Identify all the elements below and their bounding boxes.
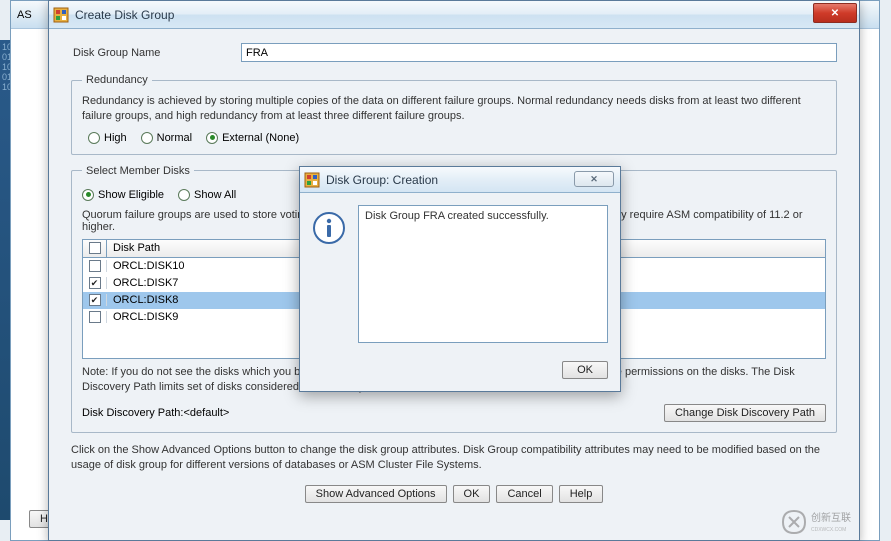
disk-group-name-input[interactable] bbox=[241, 43, 837, 62]
header-checkbox[interactable] bbox=[83, 240, 107, 258]
dialog-titlebar[interactable]: Disk Group: Creation ✕ bbox=[300, 167, 620, 193]
creation-result-dialog: Disk Group: Creation ✕ Disk Group FRA cr… bbox=[299, 166, 621, 392]
outer-title: AS bbox=[17, 9, 32, 21]
close-icon[interactable]: ✕ bbox=[813, 3, 857, 23]
radio-icon bbox=[88, 132, 100, 144]
row-checkbox[interactable] bbox=[83, 260, 107, 272]
member-disks-legend: Select Member Disks bbox=[82, 165, 194, 177]
checkbox-icon bbox=[89, 294, 101, 306]
svg-text:创新互联: 创新互联 bbox=[811, 511, 851, 524]
titlebar[interactable]: Create Disk Group ✕ bbox=[49, 1, 859, 29]
checkbox-icon bbox=[89, 242, 101, 254]
redundancy-fieldset: Redundancy Redundancy is achieved by sto… bbox=[71, 74, 837, 155]
redundancy-normal-radio[interactable]: Normal bbox=[141, 132, 192, 144]
window-title: Create Disk Group bbox=[75, 8, 174, 22]
checkbox-icon bbox=[89, 260, 101, 272]
cancel-button[interactable]: Cancel bbox=[496, 485, 552, 503]
app-icon bbox=[53, 7, 69, 23]
advanced-options-summary: Click on the Show Advanced Options butto… bbox=[71, 443, 837, 473]
show-eligible-radio[interactable]: Show Eligible bbox=[82, 189, 164, 201]
app-icon bbox=[304, 172, 320, 188]
watermark-logo: 创新互联 CDXWCX.COM bbox=[777, 507, 887, 537]
radio-icon bbox=[141, 132, 153, 144]
dialog-ok-button[interactable]: OK bbox=[562, 361, 608, 379]
show-advanced-options-button[interactable]: Show Advanced Options bbox=[305, 485, 447, 503]
help-button[interactable]: Help bbox=[559, 485, 604, 503]
disk-group-name-label: Disk Group Name bbox=[71, 47, 241, 59]
discovery-path-value: <default> bbox=[183, 407, 229, 419]
redundancy-high-radio[interactable]: High bbox=[88, 132, 127, 144]
info-icon bbox=[312, 211, 346, 245]
redundancy-external-radio[interactable]: External (None) bbox=[206, 132, 299, 144]
show-all-radio[interactable]: Show All bbox=[178, 189, 236, 201]
dialog-title: Disk Group: Creation bbox=[326, 173, 438, 187]
radio-icon bbox=[82, 189, 94, 201]
svg-text:CDXWCX.COM: CDXWCX.COM bbox=[811, 527, 846, 533]
redundancy-legend: Redundancy bbox=[82, 74, 152, 86]
discovery-path-label: Disk Discovery Path: bbox=[82, 407, 183, 419]
dialog-close-icon[interactable]: ✕ bbox=[574, 171, 614, 187]
radio-icon bbox=[206, 132, 218, 144]
row-checkbox[interactable] bbox=[83, 311, 107, 323]
row-checkbox[interactable] bbox=[83, 277, 107, 289]
change-discovery-path-button[interactable]: Change Disk Discovery Path bbox=[664, 404, 826, 422]
checkbox-icon bbox=[89, 311, 101, 323]
checkbox-icon bbox=[89, 277, 101, 289]
radio-icon bbox=[178, 189, 190, 201]
row-checkbox[interactable] bbox=[83, 294, 107, 306]
dialog-message: Disk Group FRA created successfully. bbox=[358, 205, 608, 343]
redundancy-description: Redundancy is achieved by storing multip… bbox=[82, 94, 826, 124]
ok-button[interactable]: OK bbox=[453, 485, 491, 503]
